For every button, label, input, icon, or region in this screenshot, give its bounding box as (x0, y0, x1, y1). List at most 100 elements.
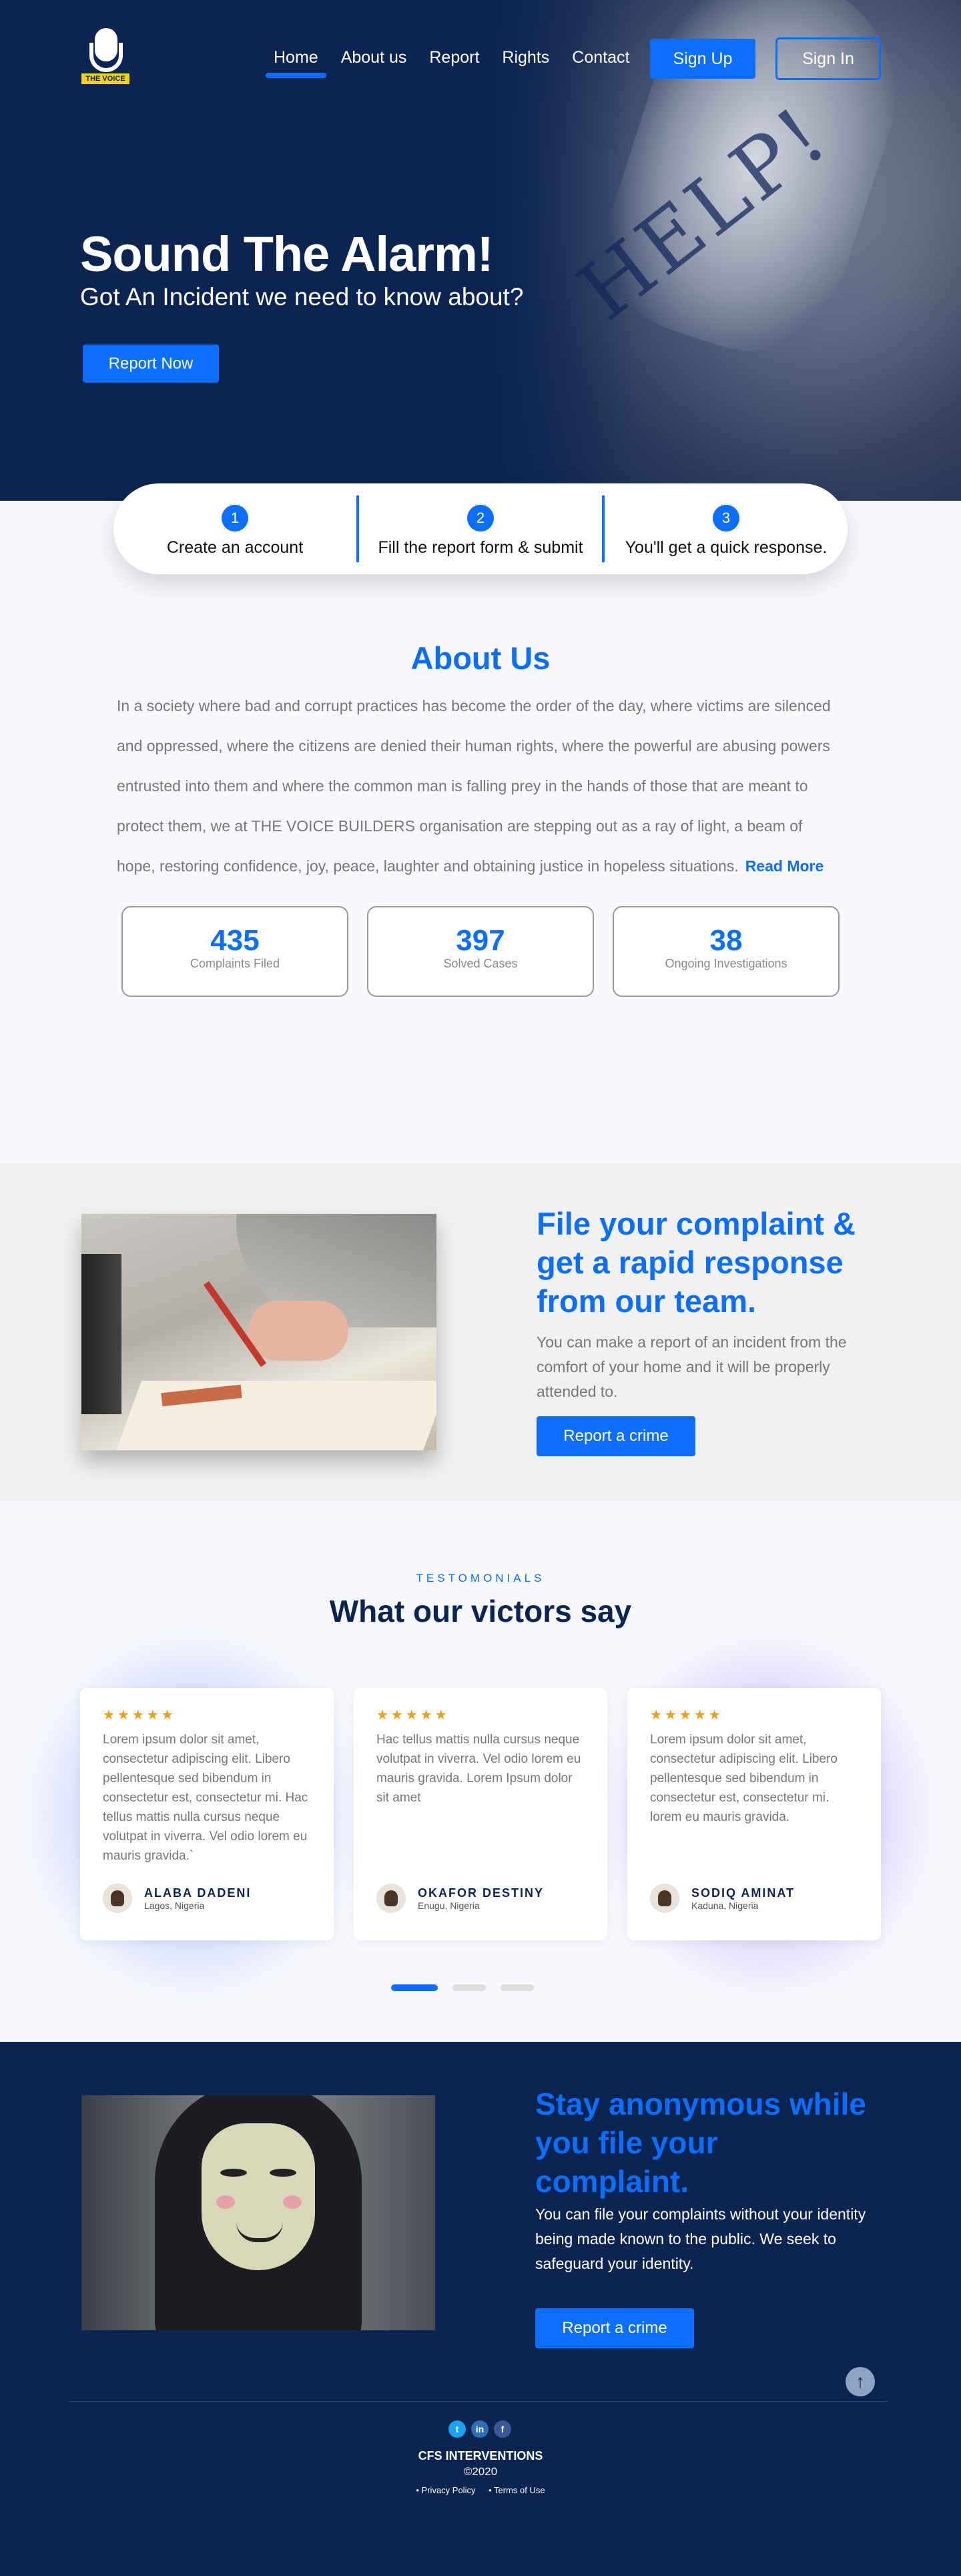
carousel-dots (391, 1984, 534, 1991)
about-text: In a society where bad and corrupt pract… (117, 686, 844, 886)
carousel-dot[interactable] (391, 1984, 438, 1991)
stat-value: 38 (709, 924, 743, 957)
mask-cheek-shape (216, 2195, 235, 2209)
testimonial-name: SODIQ AMINAT (691, 1886, 795, 1900)
star-rating: ★★★★★ (103, 1708, 176, 1723)
twitter-icon[interactable]: t (448, 2420, 466, 2438)
mask-cheek-shape (283, 2195, 302, 2209)
linkedin-icon[interactable]: in (471, 2420, 489, 2438)
testimonial-person: ALABA DADENI Lagos, Nigeria (103, 1884, 311, 1913)
testimonial-name: ALABA DADENI (144, 1886, 252, 1900)
testimonial-card: ★★★★★ Lorem ipsum dolor sit amet, consec… (627, 1688, 881, 1940)
stats-row: 435 Complaints Filed 397 Solved Cases 38… (0, 906, 961, 997)
mask-eye-shape (270, 2169, 296, 2177)
step-number: 3 (713, 505, 739, 531)
terms-of-use-link[interactable]: • Terms of Use (489, 2485, 545, 2495)
stat-card: 38 Ongoing Investigations (613, 906, 840, 997)
stat-label: Ongoing Investigations (665, 957, 787, 970)
hand-shape (248, 1301, 348, 1361)
nav-item-rights[interactable]: Rights (502, 48, 549, 67)
testimonials-section: TESTOMONIALS What our victors say ★★★★★ … (0, 1501, 961, 2042)
avatar (650, 1884, 679, 1913)
testimonial-card: ★★★★★ Hac tellus mattis nulla cursus neq… (354, 1688, 607, 1940)
steps-card: 1 Create an account 2 Fill the report fo… (113, 483, 848, 574)
carousel-dot[interactable] (452, 1984, 486, 1991)
report-crime-button[interactable]: Report a crime (535, 2308, 694, 2348)
navbar: THE VOICE Home About us Report Rights Co… (0, 0, 961, 120)
step-label: Create an account (166, 538, 304, 557)
glass-shape (81, 1254, 121, 1414)
testimonials-carousel: ★★★★★ Lorem ipsum dolor sit amet, consec… (53, 1661, 908, 1968)
report-now-button[interactable]: Report Now (83, 345, 219, 383)
footer-company-name: CFS INTERVENTIONS (418, 2449, 543, 2462)
complaint-text: You can make a report of an incident fro… (537, 1333, 847, 1400)
step-item: 1 Create an account (113, 495, 356, 562)
report-crime-button[interactable]: Report a crime (537, 1416, 695, 1456)
book-shape (114, 1381, 436, 1450)
anonymous-text: You can file your complaints without you… (535, 2205, 866, 2272)
step-number: 1 (222, 505, 248, 531)
footer-divider (69, 2401, 888, 2402)
read-more-link[interactable]: Read More (745, 857, 824, 875)
step-item: 2 Fill the report form & submit (356, 495, 602, 562)
facebook-icon[interactable]: f (494, 2420, 511, 2438)
anonymous-title: Stay anonymous while you file your compl… (535, 2087, 866, 2199)
nav-item-about[interactable]: About us (341, 48, 407, 67)
sign-in-button[interactable]: Sign In (775, 37, 881, 80)
testimonial-location: Enugu, Nigeria (418, 1900, 480, 1911)
nav-item-report[interactable]: Report (429, 48, 479, 67)
nav-item-contact[interactable]: Contact (572, 48, 629, 67)
step-number: 2 (467, 505, 494, 531)
mask-eye-shape (220, 2169, 247, 2177)
testimonial-location: Kaduna, Nigeria (691, 1900, 759, 1911)
stat-card: 397 Solved Cases (367, 906, 594, 997)
back-to-top-icon[interactable]: ↑ (846, 2367, 875, 2396)
carousel-dot[interactable] (501, 1984, 534, 1991)
star-rating: ★★★★★ (376, 1708, 450, 1723)
testimonial-person: SODIQ AMINAT Kaduna, Nigeria (650, 1884, 858, 1913)
testimonials-eyebrow: TESTOMONIALS (416, 1572, 545, 1584)
footer-links: • Privacy Policy • Terms of Use (0, 2485, 961, 2495)
step-label: You'll get a quick response. (625, 538, 828, 557)
avatar (103, 1884, 132, 1913)
complaint-section: File your complaint & get a rapid respon… (0, 1163, 961, 1501)
anonymous-content: Stay anonymous while you file your compl… (535, 2085, 869, 2348)
avatar (376, 1884, 406, 1913)
mask-photo (81, 2095, 435, 2330)
star-rating: ★★★★★ (650, 1708, 723, 1723)
privacy-policy-link[interactable]: • Privacy Policy (416, 2485, 475, 2495)
testimonial-card: ★★★★★ Lorem ipsum dolor sit amet, consec… (80, 1688, 334, 1940)
anonymous-section: Stay anonymous while you file your compl… (0, 2042, 961, 2576)
testimonials-title: What our victors say (329, 1594, 632, 1629)
nav-links: Home About us Report Rights Contact (266, 48, 652, 78)
hero-title: Sound The Alarm! (80, 226, 493, 282)
testimonial-location: Lagos, Nigeria (144, 1900, 205, 1911)
stat-label: Complaints Filed (190, 957, 280, 970)
steps-section: 1 Create an account 2 Fill the report fo… (0, 483, 961, 634)
writing-photo (81, 1214, 436, 1450)
nav-item-home[interactable]: Home (266, 48, 326, 78)
microphone-stand-icon (89, 43, 123, 72)
about-title: About Us (410, 640, 551, 676)
logo[interactable]: THE VOICE (80, 28, 131, 85)
logo-text: THE VOICE (81, 73, 129, 84)
sign-up-button[interactable]: Sign Up (650, 39, 755, 79)
footer-year: ©2020 (463, 2465, 498, 2478)
complaint-title: File your complaint & get a rapid respon… (537, 1206, 856, 1319)
hero-subtitle: Got An Incident we need to know about? (80, 283, 524, 310)
step-item: 3 You'll get a quick response. (602, 495, 848, 562)
stat-label: Solved Cases (443, 957, 518, 970)
stat-value: 397 (456, 924, 505, 957)
hero-section: HELP! THE VOICE Home About us Report Rig… (0, 0, 961, 501)
testimonial-name: OKAFOR DESTINY (418, 1886, 545, 1900)
complaint-content: File your complaint & get a rapid respon… (537, 1205, 884, 1456)
about-section: About Us In a society where bad and corr… (0, 634, 961, 1163)
stat-card: 435 Complaints Filed (121, 906, 348, 997)
testimonial-text: Lorem ipsum dolor sit amet, consectetur … (650, 1733, 838, 1824)
social-links: t in f (448, 2420, 511, 2438)
testimonial-text: Lorem ipsum dolor sit amet, consectetur … (103, 1733, 308, 1863)
about-paragraph: In a society where bad and corrupt pract… (117, 697, 831, 875)
stat-value: 435 (210, 924, 260, 957)
testimonial-text: Hac tellus mattis nulla cursus neque vol… (376, 1733, 581, 1805)
testimonial-person: OKAFOR DESTINY Enugu, Nigeria (376, 1884, 585, 1913)
